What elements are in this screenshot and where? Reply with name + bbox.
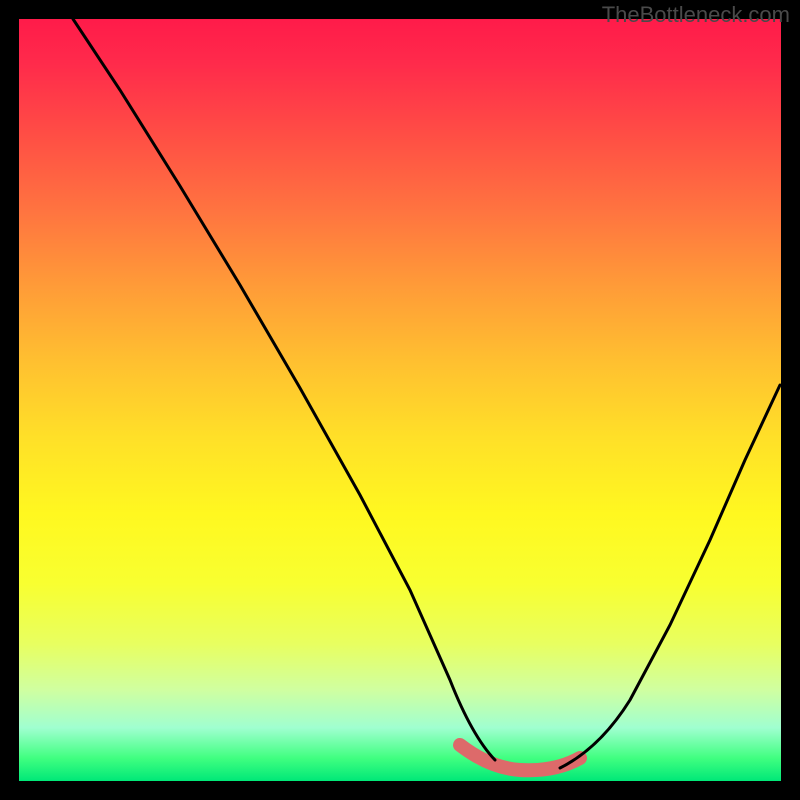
watermark-text: TheBottleneck.com bbox=[602, 2, 790, 28]
chart-svg bbox=[0, 0, 800, 800]
curve-left-branch bbox=[73, 19, 495, 760]
curve-right-branch bbox=[560, 385, 780, 768]
